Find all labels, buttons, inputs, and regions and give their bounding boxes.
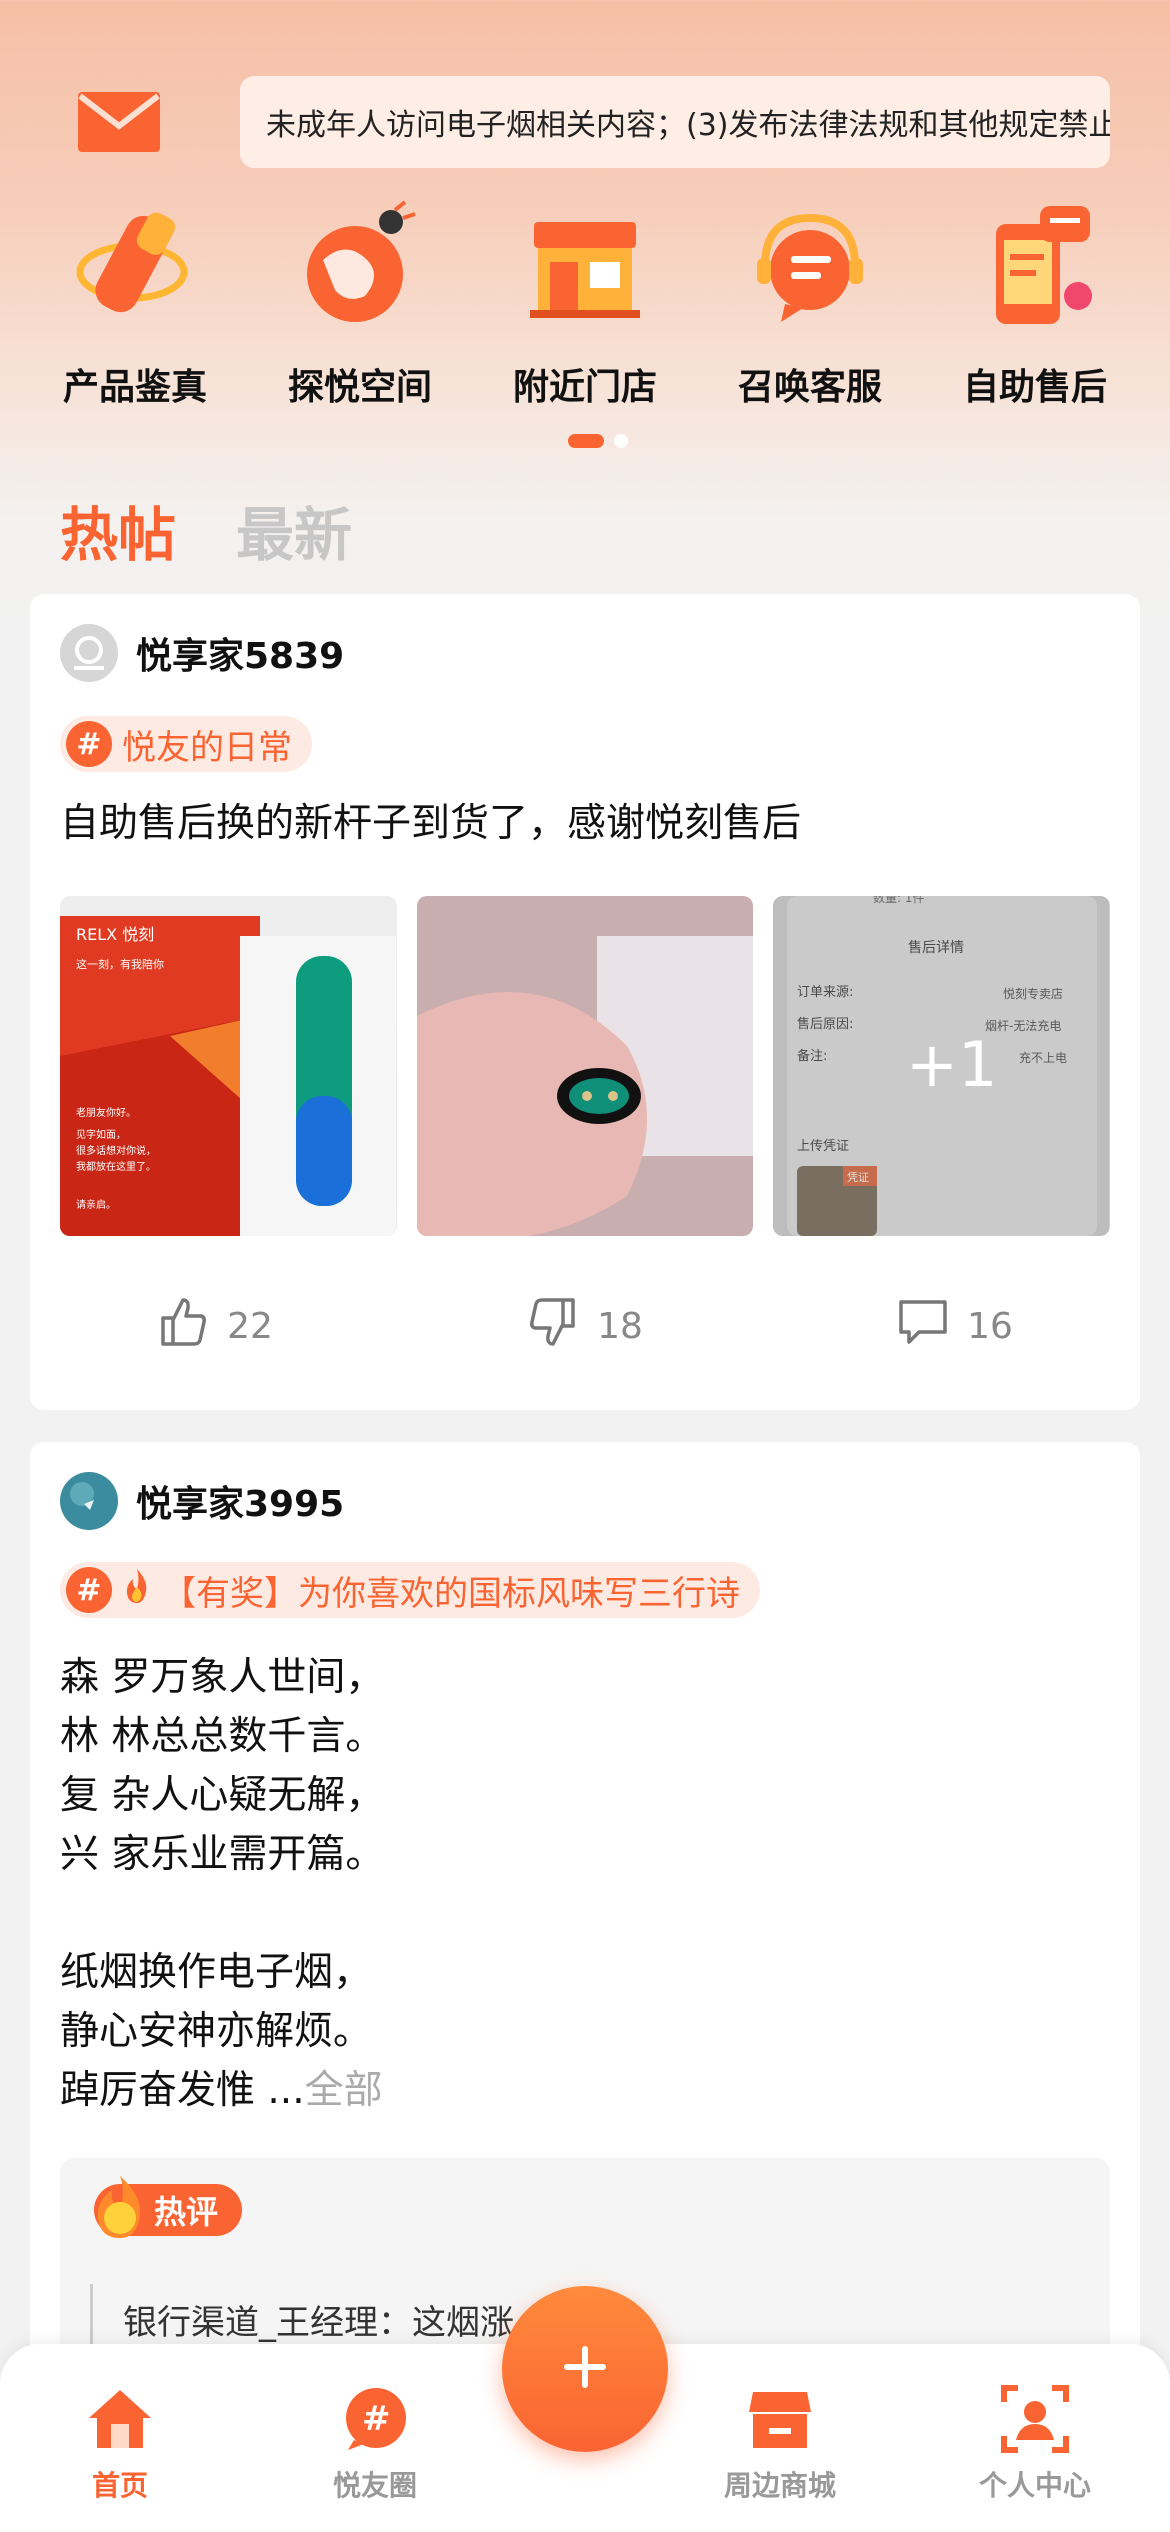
entry-product-verify[interactable]: 产品鉴真 <box>30 200 240 410</box>
pager-dots <box>568 434 628 448</box>
product-verify-icon <box>70 200 200 330</box>
entry-label: 自助售后 <box>962 367 1107 408</box>
author-name[interactable]: 悦享家3995 <box>136 1475 344 1527</box>
like-count: 22 <box>227 1306 273 1347</box>
post-card[interactable]: 悦享家5839 # 悦友的日常 自助售后换的新杆子到货了，感谢悦刻售后 RELX… <box>30 594 1140 1410</box>
quick-entries: 产品鉴真 探悦空间 附近门店 召唤客服 自助售后 <box>0 200 1170 420</box>
poem-last-line: 踔厉奋发惟 ...全部 <box>60 2061 384 2120</box>
pager-dot-active <box>568 434 604 448</box>
letter-line: 请亲启。 <box>76 1198 116 1211</box>
letter-line: 见字如面， <box>76 1128 126 1141</box>
more-images-count: +1 <box>906 1028 997 1101</box>
letter-line: 我都放在这里了。 <box>76 1160 156 1173</box>
poem-line: 兴 家乐业需开篇。 <box>60 1832 385 1877</box>
create-post-button[interactable] <box>502 2286 668 2452</box>
explore-space-icon <box>295 200 425 330</box>
poem-line: 林 林总总数千言。 <box>60 1714 385 1759</box>
post-author[interactable]: 悦享家5839 <box>60 624 344 682</box>
post-images: RELX 悦刻 这一刻，有我陪你 老朋友你好。 见字如面， 很多话想对你说， 我… <box>60 896 1111 1236</box>
nav-circle[interactable]: # 悦友圈 <box>275 2384 475 2504</box>
entry-label: 召唤客服 <box>737 367 882 408</box>
entry-self-service-aftersale[interactable]: 自助售后 <box>930 200 1140 410</box>
dislike-count: 18 <box>597 1306 643 1347</box>
comment-button[interactable]: 16 <box>770 1296 1140 1357</box>
post-body[interactable]: 森 罗万象人世间， 林 林总总数千言。 复 杂人心疑无解， 兴 家乐业需开篇。 … <box>60 1648 384 2120</box>
box-brand: RELX 悦刻 <box>76 925 154 944</box>
entry-explore-space[interactable]: 探悦空间 <box>255 200 465 410</box>
letter-line: 很多话想对你说， <box>76 1144 156 1157</box>
customer-service-icon <box>745 200 875 330</box>
entry-label: 探悦空间 <box>287 367 432 408</box>
thumbs-down-icon <box>527 1296 579 1357</box>
topic-tag[interactable]: # 悦友的日常 <box>60 716 312 772</box>
entry-label: 附近门店 <box>512 367 657 408</box>
post-actions: 22 18 16 <box>30 1296 1140 1357</box>
comment-icon <box>897 1296 949 1357</box>
comment-count: 16 <box>967 1306 1013 1347</box>
hash-icon: # <box>66 1567 112 1613</box>
nav-profile[interactable]: 个人中心 <box>935 2384 1135 2504</box>
nearby-store-icon <box>520 200 650 330</box>
notice-marquee[interactable]: 未成年人访问电子烟相关内容；(3)发布法律法规和其他规定禁止 <box>240 76 1110 168</box>
poem-line: 纸烟换作电子烟， <box>60 1950 373 1995</box>
notice-text: 未成年人访问电子烟相关内容；(3)发布法律法规和其他规定禁止 <box>266 108 1110 143</box>
avatar[interactable] <box>60 1472 118 1530</box>
circle-icon: # <box>340 2384 410 2454</box>
fire-icon <box>122 1567 152 1614</box>
entry-customer-service[interactable]: 召唤客服 <box>705 200 915 410</box>
svg-text:#: # <box>362 2399 391 2439</box>
show-all-link[interactable]: 全部 <box>305 2068 383 2113</box>
profile-icon <box>1000 2384 1070 2454</box>
poem-line: 森 罗万象人世间， <box>60 1655 385 1700</box>
nav-label: 首页 <box>91 2469 148 2502</box>
nav-home[interactable]: 首页 <box>20 2384 220 2504</box>
post-author[interactable]: 悦享家3995 <box>60 1472 344 1530</box>
post-image[interactable]: 数量: 1件 售后详情 订单来源: 悦刻专卖店 售后原因: 烟杆-无法充电 备注… <box>773 896 1111 1236</box>
tab-hot[interactable]: 热帖 <box>60 488 176 572</box>
like-button[interactable]: 22 <box>30 1296 400 1357</box>
plus-icon <box>560 2342 610 2396</box>
nav-shop[interactable]: 周边商城 <box>680 2384 880 2504</box>
topic-label: 【有奖】为你喜欢的国标风味写三行诗 <box>162 1573 740 1614</box>
box-slogan: 这一刻，有我陪你 <box>76 957 164 971</box>
nav-label: 悦友圈 <box>332 2469 417 2502</box>
topic-label: 悦友的日常 <box>122 727 292 768</box>
poem-line: 静心安神亦解烦。 <box>60 2009 373 2054</box>
nav-label: 周边商城 <box>723 2469 836 2502</box>
dislike-button[interactable]: 18 <box>400 1296 770 1357</box>
flame-icon <box>90 2174 150 2240</box>
topic-tag[interactable]: # 【有奖】为你喜欢的国标风味写三行诗 <box>60 1562 760 1618</box>
poem-line <box>60 1884 384 1943</box>
self-service-aftersale-icon <box>970 200 1100 330</box>
entry-nearby-store[interactable]: 附近门店 <box>480 200 690 410</box>
post-image[interactable]: RELX 悦刻 这一刻，有我陪你 老朋友你好。 见字如面， 很多话想对你说， 我… <box>60 896 397 1236</box>
thumbs-up-icon <box>157 1296 209 1357</box>
avatar[interactable] <box>60 624 118 682</box>
tab-latest[interactable]: 最新 <box>236 488 352 572</box>
shop-icon <box>745 2384 815 2454</box>
letter-line: 老朋友你好。 <box>76 1106 136 1119</box>
author-name[interactable]: 悦享家5839 <box>136 627 344 679</box>
nav-label: 个人中心 <box>978 2469 1091 2502</box>
poem-truncated-line: 踔厉奋发惟 ... <box>60 2068 305 2113</box>
post-image[interactable] <box>416 896 754 1236</box>
home-icon <box>85 2384 155 2454</box>
entry-label: 产品鉴真 <box>62 367 207 408</box>
hash-icon: # <box>66 721 112 767</box>
pager-dot <box>614 434 628 448</box>
mail-icon[interactable] <box>78 92 160 152</box>
feed-tabs: 热帖 最新 <box>60 488 352 572</box>
post-text[interactable]: 自助售后换的新杆子到货了，感谢悦刻售后 <box>60 794 801 853</box>
poem-line: 复 杂人心疑无解， <box>60 1773 385 1818</box>
